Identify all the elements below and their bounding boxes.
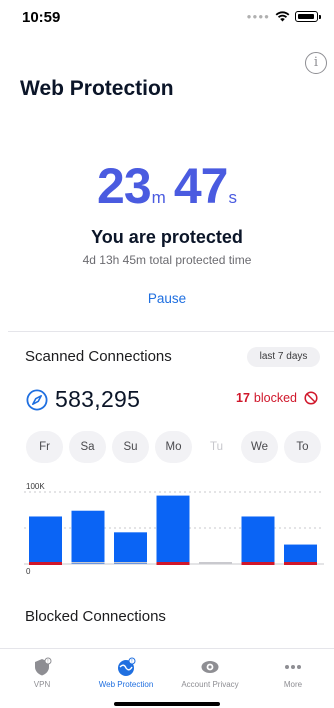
protection-total-time: 4d 13h 45m total protected time bbox=[82, 253, 252, 267]
chart-bar-su[interactable] bbox=[114, 532, 147, 564]
eye-icon bbox=[201, 661, 219, 673]
tab-account-privacy[interactable]: Account Privacy bbox=[168, 649, 252, 699]
chart-blocked-mark-we bbox=[241, 562, 275, 565]
chart-blocked-mark-to bbox=[284, 562, 317, 565]
wifi-icon bbox=[275, 11, 290, 22]
status-bar: 10:59 ●●●● bbox=[0, 0, 334, 34]
scanned-connections-chart: 100K 0 bbox=[24, 482, 324, 576]
tab-label: Account Privacy bbox=[181, 680, 239, 689]
section-divider bbox=[8, 331, 334, 332]
blocked-connections-title: Blocked Connections bbox=[25, 608, 166, 625]
timer-seconds-unit: s bbox=[228, 188, 237, 207]
day-chip-mo[interactable]: Mo bbox=[155, 431, 192, 463]
more-icon bbox=[285, 665, 301, 669]
status-time: 10:59 bbox=[22, 9, 61, 26]
status-indicators: ●●●● bbox=[246, 11, 321, 22]
battery-icon bbox=[295, 11, 321, 22]
day-selector: Fr Sa Su Mo Tu We To bbox=[26, 431, 322, 463]
chart-blocked-mark-sa bbox=[71, 562, 105, 564]
blocked-icon bbox=[304, 391, 318, 405]
tab-more[interactable]: More bbox=[251, 649, 334, 699]
range-selector[interactable]: last 7 days bbox=[247, 347, 320, 367]
chart-bar-fr[interactable] bbox=[29, 516, 62, 564]
chart-blocked-mark-su bbox=[114, 562, 147, 564]
timer-seconds: 47 bbox=[173, 158, 229, 214]
chart-blocked-mark-mo bbox=[156, 562, 190, 565]
chart-bar-mo[interactable] bbox=[156, 495, 190, 564]
tab-web-protection[interactable]: ! Web Protection bbox=[84, 649, 168, 699]
scanned-connections-title: Scanned Connections bbox=[25, 348, 172, 365]
chart-ytick-zero: 0 bbox=[26, 567, 31, 576]
day-chip-to[interactable]: To bbox=[284, 431, 321, 463]
scanned-count: 583,295 bbox=[55, 386, 141, 412]
protection-timer: 23m 47s bbox=[0, 157, 334, 215]
day-chip-sa[interactable]: Sa bbox=[69, 431, 106, 463]
vpn-shield-icon: ! bbox=[35, 657, 52, 676]
blocked-summary[interactable]: 17 blocked bbox=[236, 391, 318, 405]
scanned-count-row: 583,295 bbox=[26, 386, 140, 413]
chart-bar-sa[interactable] bbox=[71, 510, 105, 564]
tab-vpn[interactable]: ! VPN bbox=[0, 649, 84, 699]
tab-label: VPN bbox=[33, 680, 51, 689]
info-icon[interactable]: i bbox=[305, 52, 327, 74]
chart-bar-to[interactable] bbox=[284, 544, 317, 564]
svg-text:!: ! bbox=[131, 659, 132, 665]
timer-minutes-unit: m bbox=[151, 188, 166, 207]
chart-blocked-mark-fr bbox=[29, 562, 62, 565]
tab-bar: ! VPN! Web Protection Account Privacy More bbox=[0, 648, 334, 708]
day-chip-tu: Tu bbox=[210, 441, 223, 453]
blocked-label: blocked bbox=[253, 391, 297, 405]
day-chip-we[interactable]: We bbox=[241, 431, 278, 463]
chart-bar-we[interactable] bbox=[241, 516, 275, 564]
day-chip-fr[interactable]: Fr bbox=[26, 431, 63, 463]
blocked-count: 17 bbox=[236, 391, 250, 405]
compass-icon bbox=[26, 388, 48, 411]
home-indicator bbox=[114, 702, 220, 706]
chart-ytick-max: 100K bbox=[26, 482, 45, 491]
day-chip-su[interactable]: Su bbox=[112, 431, 149, 463]
signal-icon: ●●●● bbox=[246, 12, 270, 21]
svg-text:!: ! bbox=[47, 659, 48, 665]
timer-minutes: 23 bbox=[97, 158, 152, 214]
web-protection-icon: ! bbox=[118, 657, 136, 676]
tab-label: More bbox=[283, 680, 303, 689]
page-title: Web Protection bbox=[20, 77, 174, 100]
protection-status-title: You are protected bbox=[91, 227, 243, 247]
chart-blocked-mark-tu bbox=[199, 562, 232, 564]
pause-button[interactable]: Pause bbox=[127, 291, 207, 306]
tab-label: Web Protection bbox=[98, 680, 154, 689]
